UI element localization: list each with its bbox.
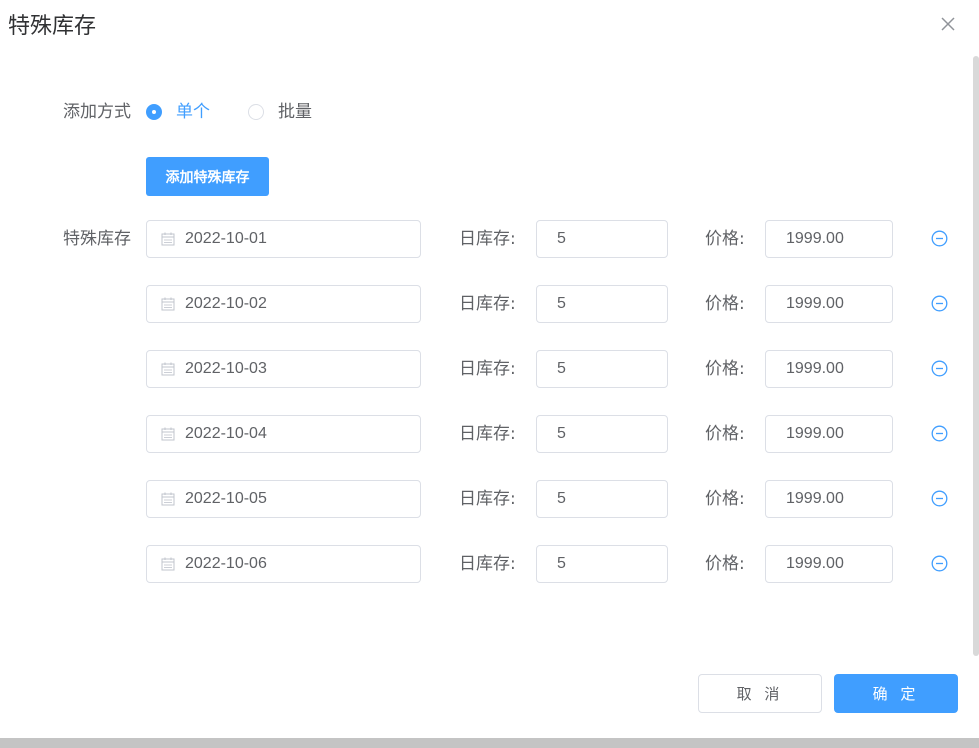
price-field[interactable] bbox=[765, 480, 893, 518]
price-input[interactable] bbox=[786, 425, 892, 443]
price-field[interactable] bbox=[765, 545, 893, 583]
daily-stock-field[interactable] bbox=[536, 415, 668, 453]
daily-stock-input[interactable] bbox=[557, 555, 667, 573]
minus-circle-icon[interactable] bbox=[931, 490, 948, 507]
radio-batch[interactable]: 批量 bbox=[248, 100, 312, 124]
date-input[interactable] bbox=[185, 425, 420, 443]
radio-dot[interactable] bbox=[248, 104, 264, 120]
date-picker[interactable] bbox=[146, 285, 421, 323]
backdrop-strip bbox=[0, 738, 979, 748]
date-picker[interactable] bbox=[146, 415, 421, 453]
calendar-icon bbox=[161, 427, 175, 441]
daily-stock-field[interactable] bbox=[536, 285, 668, 323]
price-input[interactable] bbox=[786, 295, 892, 313]
confirm-button[interactable]: 确 定 bbox=[834, 674, 958, 713]
date-input[interactable] bbox=[185, 555, 420, 573]
special-stock-dialog: 特殊库存 添加方式 单个 批量 添加特殊库存 特殊库存 2022-10-01 日… bbox=[0, 0, 979, 738]
price-field[interactable] bbox=[765, 350, 893, 388]
daily-stock-label: 日库存: bbox=[459, 294, 516, 314]
daily-stock-input[interactable] bbox=[557, 230, 667, 248]
calendar-icon bbox=[161, 232, 175, 246]
close-icon[interactable] bbox=[938, 14, 958, 34]
price-input[interactable] bbox=[786, 230, 892, 248]
daily-stock-field[interactable] bbox=[536, 220, 668, 258]
scrollbar[interactable] bbox=[973, 56, 979, 656]
daily-stock-field[interactable] bbox=[536, 480, 668, 518]
minus-circle-icon[interactable] bbox=[931, 230, 948, 247]
calendar-icon bbox=[161, 362, 175, 376]
date-picker[interactable] bbox=[146, 545, 421, 583]
price-label: 价格: bbox=[705, 554, 745, 574]
minus-circle-icon[interactable] bbox=[931, 295, 948, 312]
daily-stock-input[interactable] bbox=[557, 360, 667, 378]
daily-stock-input[interactable] bbox=[557, 425, 667, 443]
daily-stock-field[interactable] bbox=[536, 350, 668, 388]
price-input[interactable] bbox=[786, 360, 892, 378]
date-input[interactable] bbox=[185, 295, 420, 313]
date-input[interactable] bbox=[185, 490, 420, 508]
daily-stock-field[interactable] bbox=[536, 545, 668, 583]
calendar-icon bbox=[161, 297, 175, 311]
minus-circle-icon[interactable] bbox=[931, 555, 948, 572]
calendar-icon bbox=[161, 492, 175, 506]
date-input[interactable] bbox=[185, 360, 420, 378]
daily-stock-label: 日库存: bbox=[459, 424, 516, 444]
daily-stock-label: 日库存: bbox=[459, 489, 516, 509]
cancel-button[interactable]: 取 消 bbox=[698, 674, 822, 713]
price-label: 价格: bbox=[705, 294, 745, 314]
dialog-title: 特殊库存 bbox=[8, 14, 97, 39]
radio-single[interactable]: 单个 bbox=[146, 100, 210, 124]
daily-stock-label: 日库存: bbox=[459, 359, 516, 379]
date-picker[interactable] bbox=[146, 350, 421, 388]
price-field[interactable] bbox=[765, 415, 893, 453]
price-label: 价格: bbox=[705, 359, 745, 379]
radio-batch-label: 批量 bbox=[278, 102, 312, 122]
daily-stock-label: 日库存: bbox=[459, 229, 516, 249]
price-field[interactable] bbox=[765, 220, 893, 258]
date-picker[interactable] bbox=[146, 220, 421, 258]
special-stock-label: 特殊库存 bbox=[63, 229, 131, 249]
price-input[interactable] bbox=[786, 555, 892, 573]
calendar-icon bbox=[161, 557, 175, 571]
radio-dot[interactable] bbox=[146, 104, 162, 120]
daily-stock-input[interactable] bbox=[557, 490, 667, 508]
price-label: 价格: bbox=[705, 489, 745, 509]
radio-single-label: 单个 bbox=[176, 102, 210, 122]
daily-stock-input[interactable] bbox=[557, 295, 667, 313]
minus-circle-icon[interactable] bbox=[931, 360, 948, 377]
price-label: 价格: bbox=[705, 424, 745, 444]
date-input[interactable] bbox=[185, 230, 420, 248]
price-label: 价格: bbox=[705, 229, 745, 249]
add-mode-label: 添加方式 bbox=[63, 102, 131, 122]
price-field[interactable] bbox=[765, 285, 893, 323]
daily-stock-label: 日库存: bbox=[459, 554, 516, 574]
price-input[interactable] bbox=[786, 490, 892, 508]
add-special-stock-button[interactable]: 添加特殊库存 bbox=[146, 157, 269, 196]
date-picker[interactable] bbox=[146, 480, 421, 518]
minus-circle-icon[interactable] bbox=[931, 425, 948, 442]
